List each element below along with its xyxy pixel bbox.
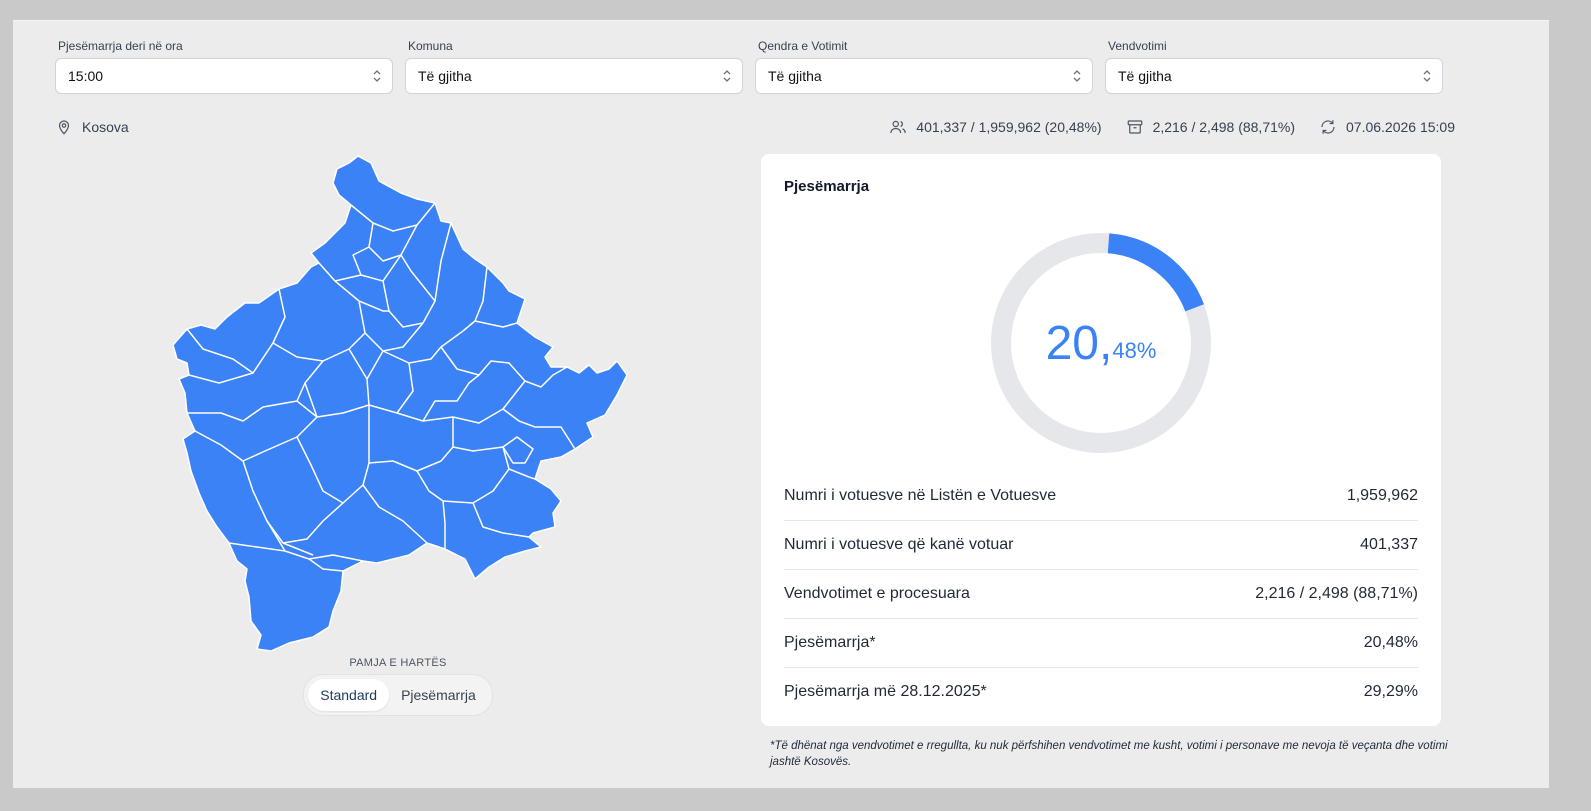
row-value: 2,216 / 2,498 (88,71%): [1255, 585, 1418, 602]
location-breadcrumb: Kosova: [55, 118, 129, 136]
row-label: Numri i votuesve në Listën e Votuesve: [784, 487, 1057, 504]
stations-stat: 2,216 / 2,498 (88,71%): [1126, 118, 1295, 136]
filter-municipality: Komuna Të gjitha: [405, 39, 743, 94]
filter-bar: Pjesëmarrja deri në ora 15:00 Komuna Të …: [55, 39, 1455, 99]
row-value: 1,959,962: [1346, 487, 1418, 504]
turnout-card: Pjesëmarrja 20, 48% Numri i votuesve në L…: [761, 154, 1441, 726]
filter-voting-center-label: Qendra e Votimit: [758, 39, 848, 53]
table-row: Numri i votuesve që kanë votuar 401,337: [784, 521, 1418, 570]
table-row: Numri i votuesve në Listën e Votuesve 1,…: [784, 472, 1418, 521]
row-label: Pjesëmarrja më 28.12.2025*: [784, 683, 987, 700]
refresh-icon[interactable]: [1319, 118, 1337, 136]
updated-stat-text: 07.06.2026 15:09: [1346, 119, 1455, 135]
chevron-updown-icon: [1073, 70, 1081, 82]
map-view-label: PAMJA E HARTËS: [349, 657, 447, 669]
row-value: 29,29%: [1363, 683, 1418, 700]
main-panel: Pjesëmarrja deri në ora 15:00 Komuna Të …: [13, 20, 1549, 788]
turnout-small-value: 48%: [1112, 338, 1157, 363]
filter-polling-station: Vendvotimi Të gjitha: [1105, 39, 1443, 94]
table-row: Pjesëmarrja* 20,48%: [784, 619, 1418, 668]
footnote: *Të dhënat nga vendvotimet e rregullta, …: [770, 740, 1448, 768]
row-value: 20,48%: [1363, 634, 1418, 651]
municipality-select[interactable]: Të gjitha: [405, 58, 743, 94]
kosovo-map[interactable]: [173, 151, 633, 651]
chevron-updown-icon: [373, 70, 381, 82]
municipality-select-value: Të gjitha: [418, 68, 472, 84]
voters-stat: 401,337 / 1,959,962 (20,48%): [889, 118, 1102, 136]
chevron-updown-icon: [1423, 70, 1431, 82]
summary-stats: 401,337 / 1,959,962 (20,48%) 2,216 / 2,4…: [865, 118, 1455, 136]
table-row: Vendvotimet e procesuara 2,216 / 2,498 (…: [784, 570, 1418, 619]
map-view-turnout-button[interactable]: Pjesëmarrja: [389, 679, 488, 711]
archive-icon: [1127, 120, 1142, 134]
row-value: 401,337: [1360, 536, 1418, 553]
row-label: Pjesëmarrja*: [784, 634, 876, 651]
info-row: Kosova 401,337 / 1,959,962 (20,48%) 2,21…: [55, 118, 1455, 142]
time-select[interactable]: 15:00: [55, 58, 393, 94]
chevron-updown-icon: [723, 70, 731, 82]
updated-stat: 07.06.2026 15:09: [1319, 118, 1455, 136]
filter-voting-center: Qendra e Votimit Të gjitha: [755, 39, 1093, 94]
map-view-standard-button[interactable]: Standard: [308, 679, 390, 711]
map-view-toggle: Standard Pjesëmarrja: [303, 674, 493, 716]
kosovo-outline: [173, 155, 628, 651]
row-label: Numri i votuesve që kanë votuar: [784, 536, 1014, 553]
table-row: Pjesëmarrja më 28.12.2025* 29,29%: [784, 668, 1418, 716]
voting-center-select[interactable]: Të gjitha: [755, 58, 1093, 94]
time-select-value: 15:00: [68, 68, 104, 84]
map-pin-icon: [58, 120, 70, 135]
map-view-selector: PAMJA E HARTËS Standard Pjesëmarrja: [303, 657, 493, 716]
filter-time: Pjesëmarrja deri në ora 15:00: [55, 39, 393, 94]
stations-stat-text: 2,216 / 2,498 (88,71%): [1152, 119, 1295, 135]
filter-municipality-label: Komuna: [408, 39, 453, 53]
turnout-percentage: 20, 48%: [989, 231, 1213, 455]
users-icon: [890, 120, 907, 134]
polling-station-select-value: Të gjitha: [1118, 68, 1172, 84]
turnout-table: Numri i votuesve në Listën e Votuesve 1,…: [784, 472, 1418, 716]
voters-stat-text: 401,337 / 1,959,962 (20,48%): [916, 119, 1102, 135]
location-label: Kosova: [82, 119, 129, 135]
filter-time-label: Pjesëmarrja deri në ora: [58, 39, 183, 53]
turnout-big-value: 20,: [1045, 316, 1113, 370]
turnout-card-title: Pjesëmarrja: [784, 178, 870, 195]
row-label: Vendvotimet e procesuara: [784, 585, 970, 602]
voting-center-select-value: Të gjitha: [768, 68, 822, 84]
polling-station-select[interactable]: Të gjitha: [1105, 58, 1443, 94]
filter-polling-station-label: Vendvotimi: [1108, 39, 1167, 53]
